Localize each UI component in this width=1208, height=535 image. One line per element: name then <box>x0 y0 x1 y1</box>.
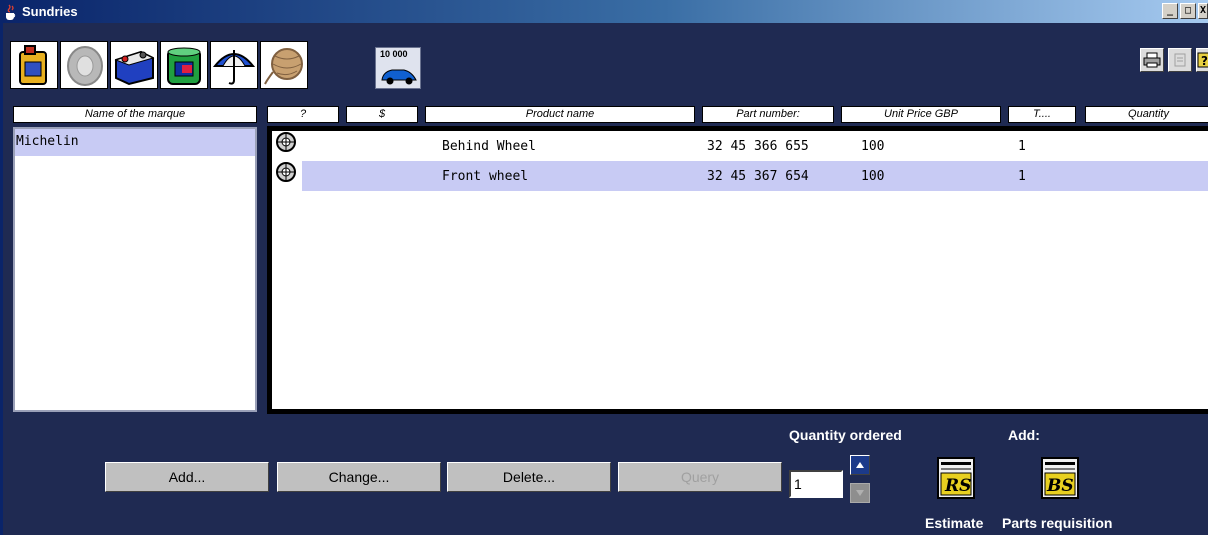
add-button[interactable]: Add... <box>105 462 269 492</box>
yarn-ball-icon <box>264 48 303 85</box>
product-row-selected[interactable]: Front wheel 32 45 367 654 100 1 <box>272 161 1208 191</box>
parts-requisition-button[interactable]: BS <box>1040 456 1080 500</box>
parts-requisition-icon: BS <box>1041 457 1079 499</box>
part-number: 32 45 366 655 <box>707 139 809 154</box>
help-icon: ? <box>1197 52 1208 68</box>
quantity-decrease-button[interactable] <box>850 483 870 503</box>
oil-can-tool[interactable] <box>10 41 58 89</box>
delete-button[interactable]: Delete... <box>447 462 611 492</box>
battery-icon <box>114 50 155 86</box>
arrow-up-icon <box>856 462 864 468</box>
add-label: Add: <box>1008 427 1040 443</box>
close-button[interactable]: X <box>1198 3 1208 19</box>
product-row[interactable]: Behind Wheel 32 45 366 655 100 1 <box>272 131 1208 161</box>
quantity-input[interactable]: 1 <box>789 470 843 498</box>
t-value: 1 <box>1018 139 1026 154</box>
col-header-quantity[interactable]: Quantity <box>1085 106 1208 123</box>
minimize-button[interactable]: _ <box>1162 3 1178 19</box>
col-header-marque[interactable]: Name of the marque <box>13 106 257 123</box>
maximize-button[interactable]: □ <box>1180 3 1196 19</box>
tire-tool[interactable] <box>60 41 108 89</box>
title-bar: Sundries _ □ X <box>0 0 1208 23</box>
svg-text:?: ? <box>1201 54 1208 68</box>
print-icon <box>1143 52 1161 68</box>
product-name: Front wheel <box>442 169 529 184</box>
col-header-part-number[interactable]: Part number: <box>702 106 834 123</box>
tire-small-icon <box>276 132 296 152</box>
col-header-product[interactable]: Product name <box>425 106 695 123</box>
col-header-t[interactable]: T.... <box>1008 106 1076 123</box>
query-button[interactable]: Query <box>618 462 782 492</box>
quantity-increase-button[interactable] <box>850 455 870 475</box>
col-header-unit-price[interactable]: Unit Price GBP <box>841 106 1001 123</box>
parts-requisition-label: Parts requisition <box>1002 515 1113 531</box>
disabled-tool-button[interactable] <box>1168 48 1192 72</box>
svg-text:BS: BS <box>1046 476 1074 496</box>
oil-can-icon <box>19 45 47 85</box>
marque-list[interactable]: Michelin <box>13 127 257 412</box>
part-number: 32 45 367 654 <box>707 169 809 184</box>
estimate-label: Estimate <box>925 515 984 531</box>
col-header-question[interactable]: ? <box>267 106 339 123</box>
arrow-down-icon <box>856 490 864 496</box>
unit-price: 100 <box>861 139 885 154</box>
java-cup-icon[interactable] <box>3 4 19 20</box>
window-title: Sundries <box>22 4 78 19</box>
quantity-ordered-label: Quantity ordered <box>789 427 902 443</box>
change-button[interactable]: Change... <box>277 462 441 492</box>
yarn-tool[interactable] <box>260 41 308 89</box>
car-service-icon <box>381 69 417 85</box>
service-10000-tool[interactable]: 10 000 <box>375 47 421 89</box>
estimate-button[interactable]: RS <box>936 456 976 500</box>
product-name: Behind Wheel <box>442 139 536 154</box>
umbrella-tool[interactable] <box>210 41 258 89</box>
product-list[interactable]: Behind Wheel 32 45 366 655 100 1 Front w… <box>267 126 1208 414</box>
tire-small-icon <box>276 162 296 182</box>
tire-icon <box>67 46 103 86</box>
disabled-tool-icon <box>1174 53 1186 67</box>
t-value: 1 <box>1018 169 1026 184</box>
estimate-icon: RS <box>937 457 975 499</box>
sundries-window: 10 000 ? Name of the marque ? $ Product … <box>0 23 1208 535</box>
umbrella-icon <box>212 50 256 85</box>
service-label: 10 000 <box>380 49 408 59</box>
unit-price: 100 <box>861 169 885 184</box>
help-button[interactable]: ? <box>1196 48 1208 72</box>
paint-can-icon <box>167 47 201 85</box>
print-button[interactable] <box>1140 48 1164 72</box>
marque-item[interactable]: Michelin <box>15 129 255 156</box>
paint-can-tool[interactable] <box>160 41 208 89</box>
svg-text:RS: RS <box>944 476 971 496</box>
col-header-dollar[interactable]: $ <box>346 106 418 123</box>
battery-tool[interactable] <box>110 41 158 89</box>
